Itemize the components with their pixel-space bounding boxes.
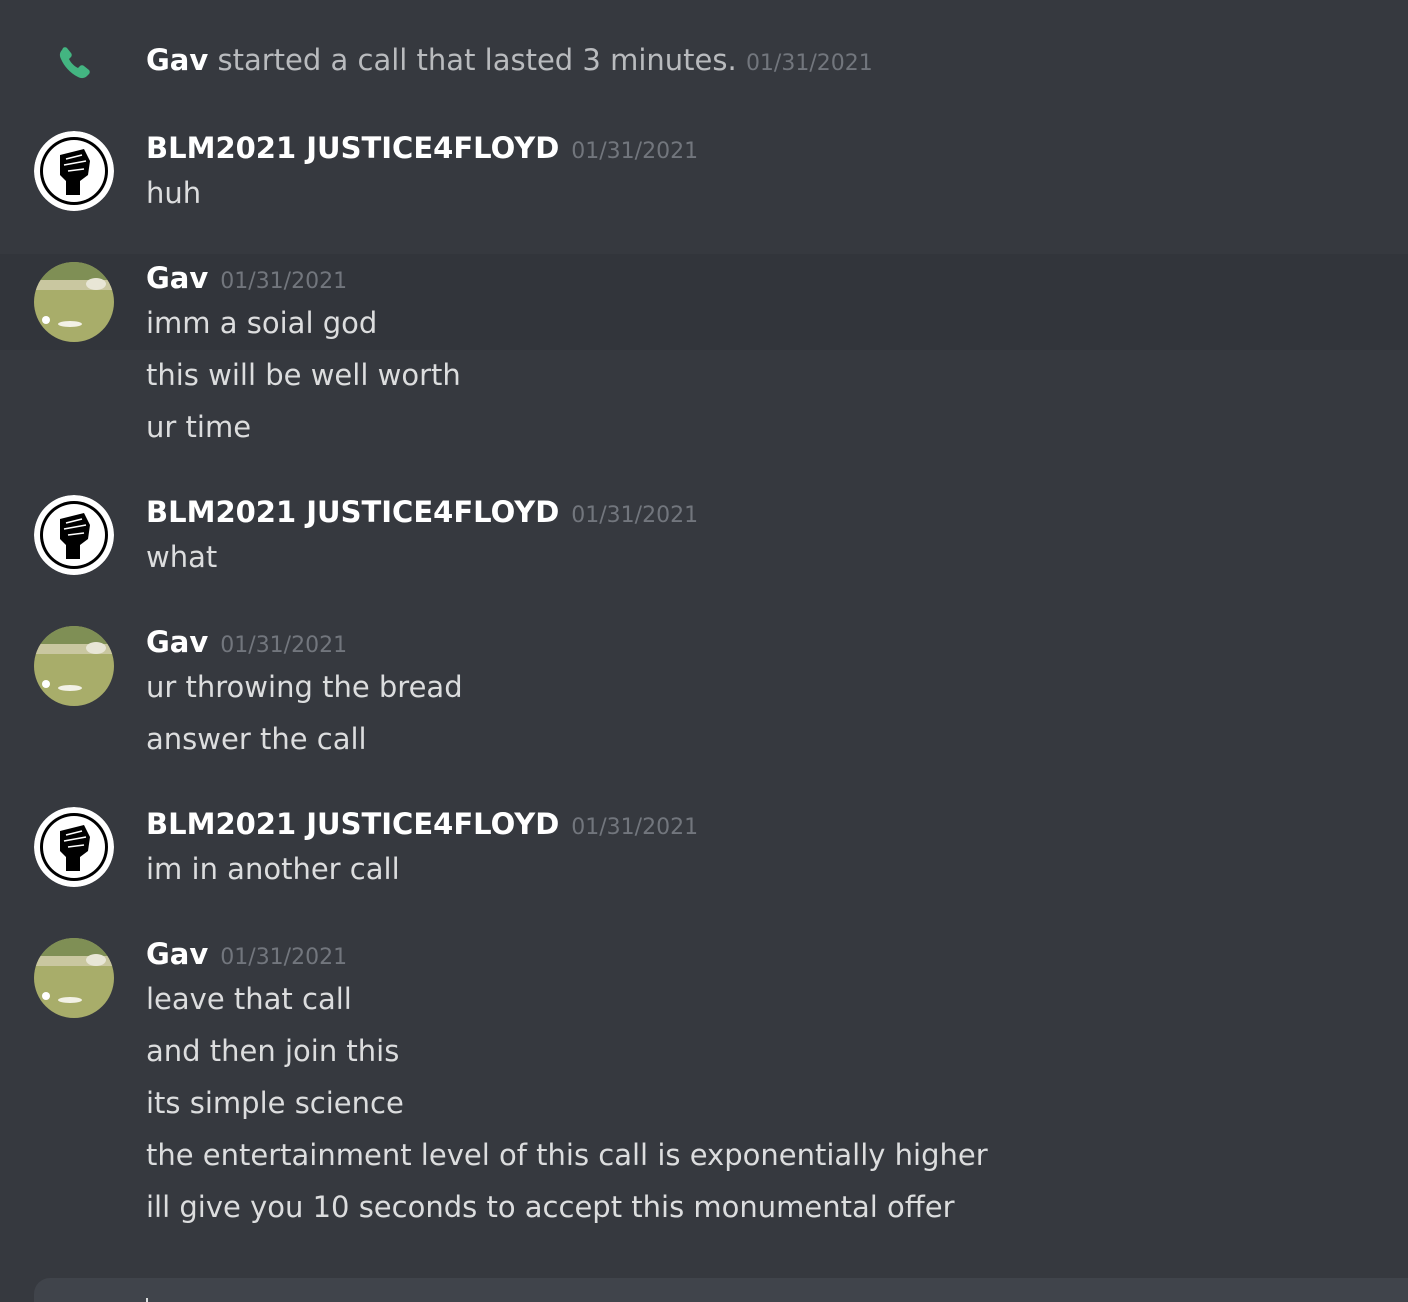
message-timestamp[interactable]: 01/31/2021 xyxy=(571,139,698,164)
message-text: ur throwing the bread xyxy=(146,670,463,704)
call-caller-name[interactable]: Gav xyxy=(146,43,208,77)
phone-icon xyxy=(59,47,90,79)
message-text: imm a soial god xyxy=(146,306,378,340)
avatar[interactable] xyxy=(34,131,114,211)
golf-course-avatar-icon xyxy=(34,262,114,342)
message-author[interactable]: BLM2021 JUSTICE4FLOYD xyxy=(146,131,559,165)
message-text: leave that call xyxy=(146,982,352,1016)
golf-course-avatar-icon xyxy=(34,626,114,706)
raised-fist-avatar-icon xyxy=(34,131,114,211)
message-input[interactable] xyxy=(34,1278,1408,1302)
avatar[interactable] xyxy=(34,938,114,1018)
message-author[interactable]: Gav xyxy=(146,261,208,295)
message-author[interactable]: Gav xyxy=(146,625,208,659)
message-text: the entertainment level of this call is … xyxy=(146,1138,988,1172)
message-text: im in another call xyxy=(146,852,400,886)
message-author[interactable]: BLM2021 JUSTICE4FLOYD xyxy=(146,495,559,529)
call-description: started a call that lasted 3 minutes. xyxy=(208,43,746,77)
message-text: this will be well worth xyxy=(146,358,461,392)
message-author[interactable]: BLM2021 JUSTICE4FLOYD xyxy=(146,807,559,841)
avatar[interactable] xyxy=(34,807,114,887)
call-system-message: Gav started a call that lasted 3 minutes… xyxy=(0,30,1408,90)
message-timestamp[interactable]: 01/31/2021 xyxy=(571,815,698,840)
avatar[interactable] xyxy=(34,626,114,706)
message-text: huh xyxy=(146,176,202,210)
text-caret xyxy=(146,1298,148,1302)
raised-fist-avatar-icon xyxy=(34,807,114,887)
chat-messages: Gav started a call that lasted 3 minutes… xyxy=(0,0,1408,1302)
call-timestamp[interactable]: 01/31/2021 xyxy=(746,51,873,76)
message-timestamp[interactable]: 01/31/2021 xyxy=(220,945,347,970)
message-text: what xyxy=(146,540,218,574)
message-text: ill give you 10 seconds to accept this m… xyxy=(146,1190,955,1224)
raised-fist-avatar-icon xyxy=(34,495,114,575)
message-text: ur time xyxy=(146,410,252,444)
golf-course-avatar-icon xyxy=(34,938,114,1018)
message-text: its simple science xyxy=(146,1086,404,1120)
message-text: and then join this xyxy=(146,1034,400,1068)
avatar[interactable] xyxy=(34,495,114,575)
message-timestamp[interactable]: 01/31/2021 xyxy=(220,633,347,658)
message-author[interactable]: Gav xyxy=(146,937,208,971)
message-timestamp[interactable]: 01/31/2021 xyxy=(571,503,698,528)
avatar[interactable] xyxy=(34,262,114,342)
message-timestamp[interactable]: 01/31/2021 xyxy=(220,269,347,294)
message-text: answer the call xyxy=(146,722,367,756)
call-notice-text: Gav started a call that lasted 3 minutes… xyxy=(146,40,873,84)
